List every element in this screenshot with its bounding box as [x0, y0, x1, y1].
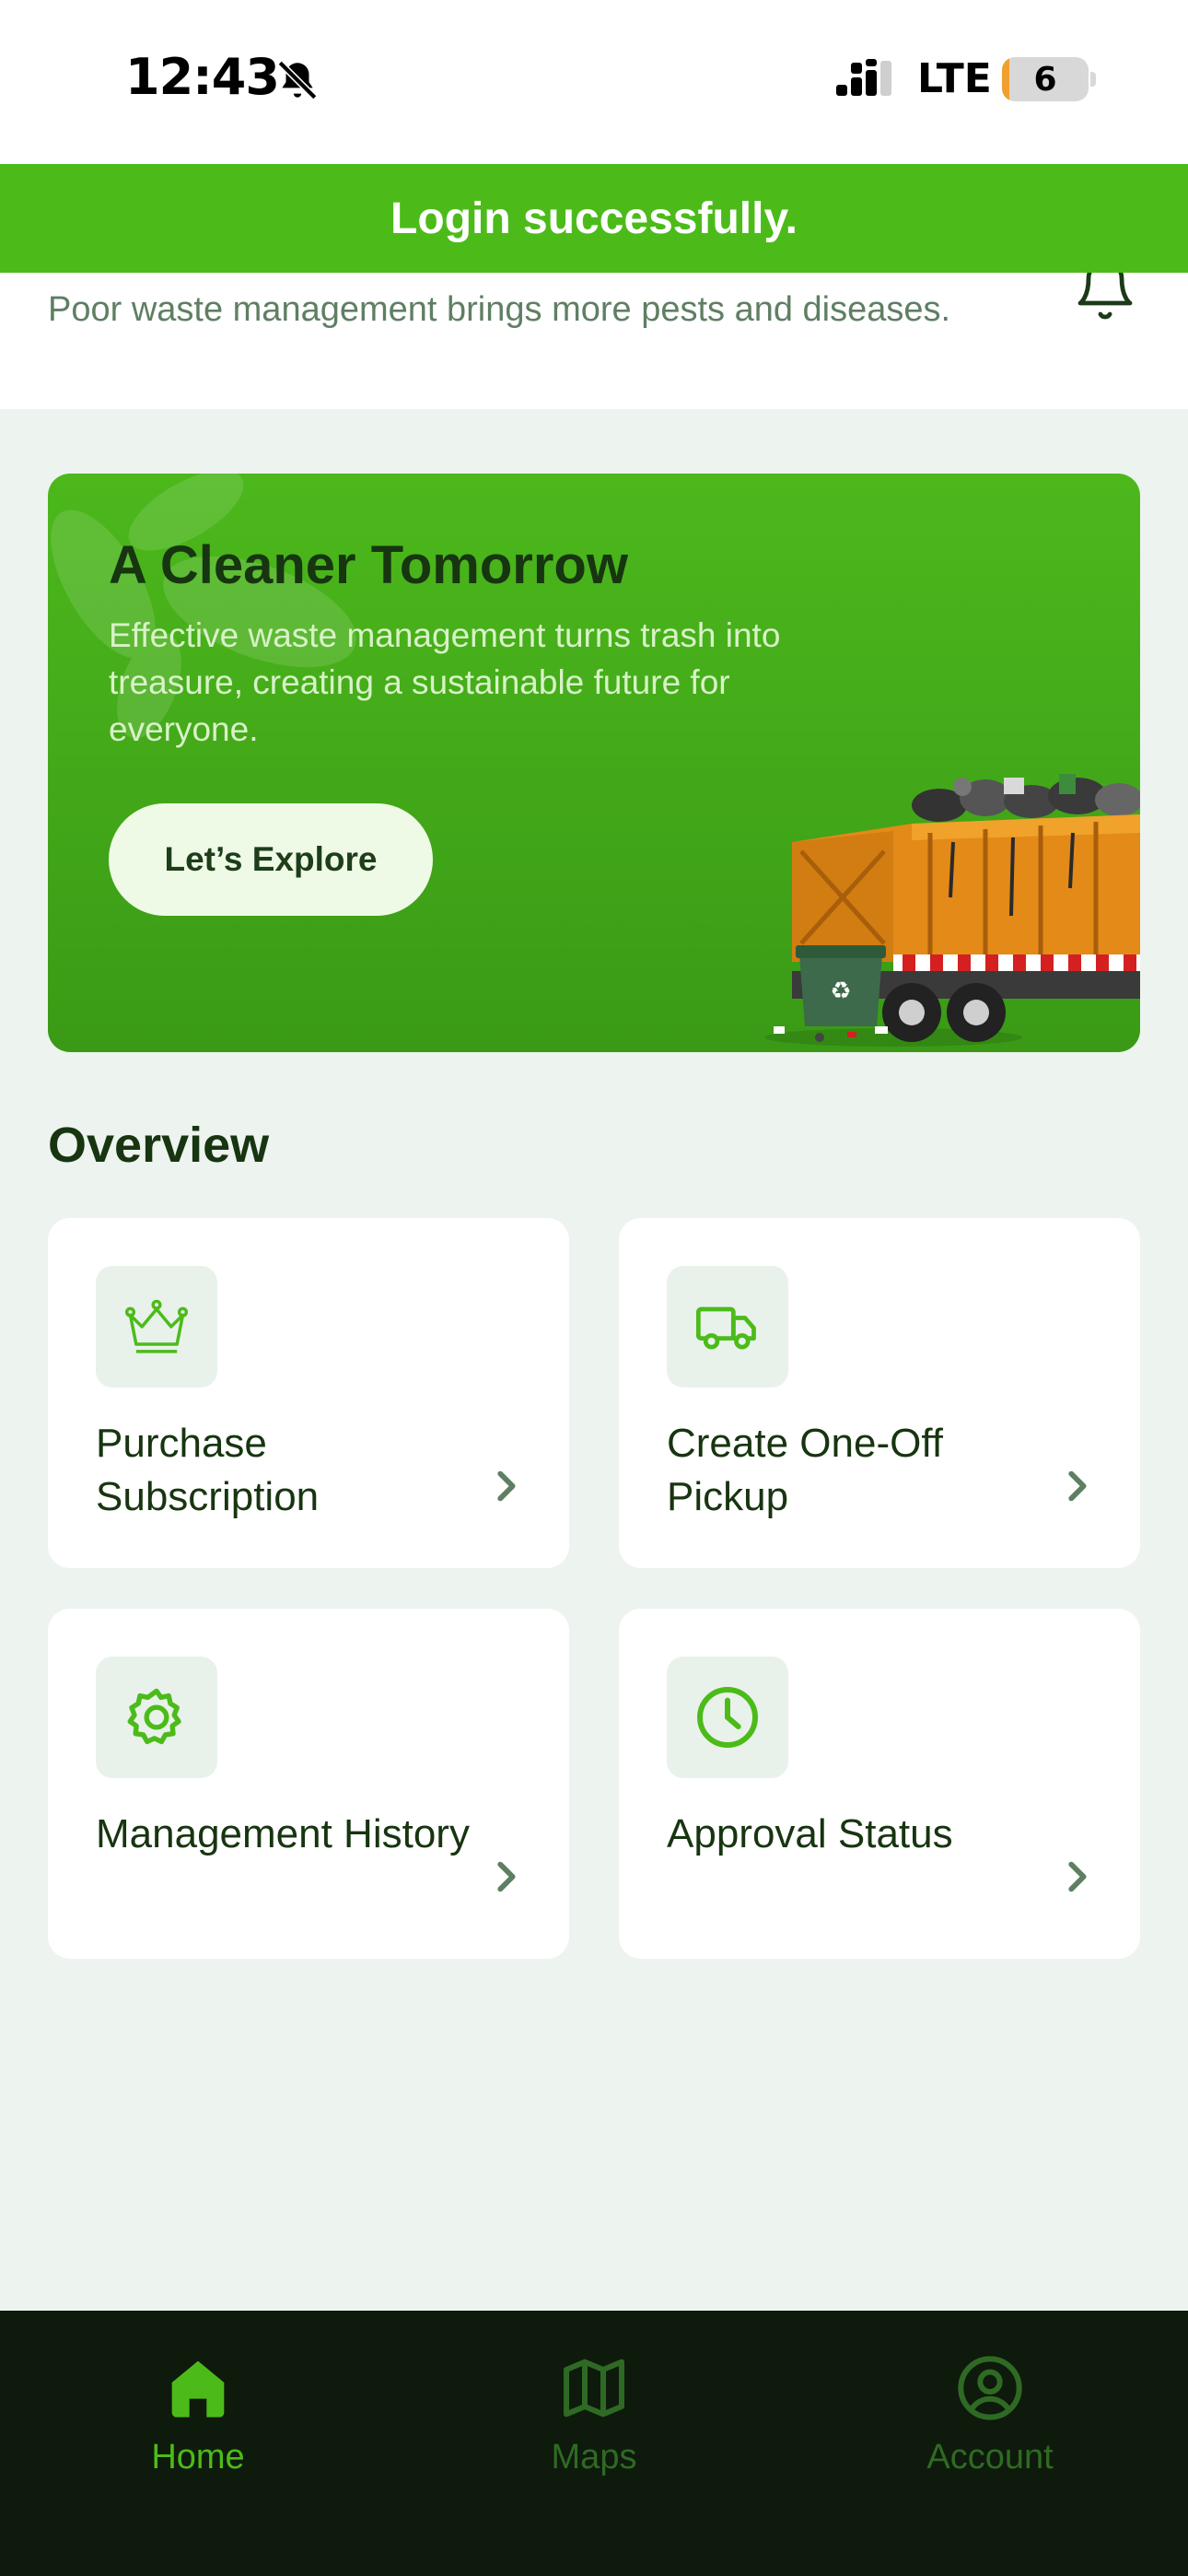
- nav-label-account: Account: [926, 2438, 1054, 2476]
- approval-status-card[interactable]: Approval Status: [619, 1609, 1140, 1959]
- icon-box: [96, 1266, 217, 1388]
- nav-item-account[interactable]: Account: [838, 2311, 1142, 2576]
- icon-box: [96, 1657, 217, 1778]
- bottom-nav: Home Maps Account: [0, 2311, 1188, 2576]
- icon-box: [667, 1657, 788, 1778]
- nav-label-maps: Maps: [551, 2438, 637, 2476]
- card-label: Purchase Subscription: [96, 1421, 320, 1519]
- hero-description: Effective waste management turns trash i…: [109, 616, 781, 748]
- toast-message: Login successfully.: [390, 193, 798, 243]
- nav-label-home: Home: [151, 2438, 245, 2476]
- status-time: 12:43: [125, 48, 280, 106]
- battery-level: 6: [1033, 61, 1057, 99]
- purchase-subscription-card[interactable]: Purchase Subscription: [48, 1218, 569, 1568]
- battery-tip: [1090, 72, 1096, 87]
- hero-banner: A Cleaner Tomorrow Effective waste manag…: [48, 474, 1140, 1052]
- clock-icon: [697, 1687, 758, 1748]
- icon-box: [667, 1266, 788, 1388]
- chevron-right-icon: [1068, 1861, 1087, 1892]
- nav-item-maps[interactable]: Maps: [442, 2311, 746, 2576]
- chevron-right-icon: [497, 1470, 516, 1502]
- gear-icon: [127, 1688, 181, 1745]
- hero-title: A Cleaner Tomorrow: [109, 535, 628, 595]
- management-history-card[interactable]: Management History: [48, 1609, 569, 1959]
- chevron-right-icon: [497, 1861, 516, 1892]
- svg-text:♻: ♻: [830, 978, 851, 1005]
- status-bar: 12:43 LTE 6: [0, 0, 1188, 164]
- crown-icon: [124, 1299, 189, 1353]
- account-icon: [958, 2356, 1022, 2420]
- header-subtitle: Poor waste management brings more pests …: [48, 290, 951, 329]
- login-toast: Login successfully.: [0, 164, 1188, 273]
- home-icon: [171, 2360, 225, 2418]
- card-label: Approval Status: [667, 1811, 953, 1856]
- map-icon: [564, 2359, 624, 2418]
- overview-title: Overview: [48, 1118, 270, 1173]
- card-label: Create One-Off Pickup: [667, 1421, 943, 1519]
- battery-icon: 6: [1002, 57, 1089, 101]
- chevron-right-icon: [1068, 1470, 1087, 1502]
- card-label: Management History: [96, 1811, 470, 1856]
- lets-explore-button[interactable]: Let’s Explore: [109, 803, 433, 916]
- bell-slash-icon: [277, 60, 318, 100]
- create-one-off-pickup-card[interactable]: Create One-Off Pickup: [619, 1218, 1140, 1568]
- signal-icon: [836, 59, 891, 96]
- garbage-truck-illustration: ♻: [764, 774, 1140, 1047]
- nav-item-home[interactable]: Home: [46, 2311, 350, 2576]
- truck-icon: [695, 1306, 756, 1350]
- network-type: LTE: [917, 55, 992, 102]
